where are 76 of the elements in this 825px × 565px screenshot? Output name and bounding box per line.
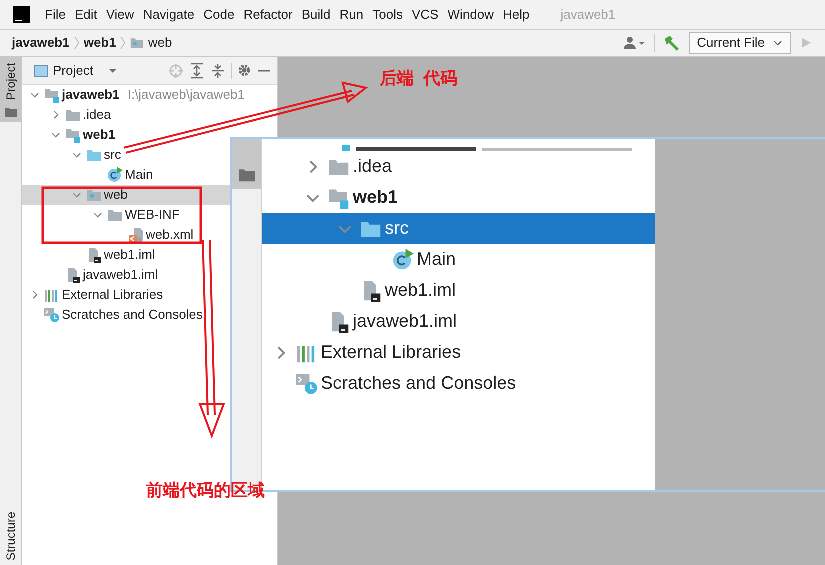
tree-item[interactable]: WEB-INF: [22, 205, 230, 225]
menu-item[interactable]: Run: [340, 4, 364, 24]
tree-item[interactable]: Main: [262, 244, 655, 275]
tree-item[interactable]: Main: [22, 165, 230, 185]
tree-item[interactable]: src: [22, 145, 230, 165]
scratches-icon: [44, 307, 60, 323]
tree-item[interactable]: web.xml: [22, 225, 230, 245]
class-icon: [107, 167, 123, 183]
breadcrumb-item[interactable]: web1: [84, 33, 116, 53]
menu-item[interactable]: View: [106, 4, 134, 24]
xml-file-icon: [128, 227, 144, 243]
folder-icon: [107, 207, 123, 223]
expand-all-icon[interactable]: [189, 62, 205, 78]
class-icon: [392, 248, 414, 270]
tree-item[interactable]: .idea: [262, 151, 655, 182]
folder-icon: [238, 167, 256, 183]
chevron-down-icon[interactable]: [93, 210, 103, 220]
settings-icon[interactable]: [237, 63, 252, 78]
panel-title[interactable]: Project: [53, 60, 94, 80]
module-folder-icon: [65, 127, 81, 143]
app-logo-icon: [13, 6, 30, 23]
breadcrumb-item[interactable]: javaweb1: [12, 33, 70, 53]
web-folder-icon: [130, 36, 144, 50]
tool-window-tab[interactable]: Project: [0, 57, 21, 122]
window-title: javaweb1: [560, 6, 616, 24]
tree-item[interactable]: External Libraries: [262, 337, 655, 368]
tree-item[interactable]: .idea: [22, 105, 230, 125]
menu-item[interactable]: Navigate: [143, 4, 195, 24]
separator-icon: [119, 36, 128, 50]
hammer-icon[interactable]: [663, 35, 682, 51]
file-icon: [65, 267, 81, 283]
menu-item[interactable]: Build: [302, 4, 331, 24]
tree-item[interactable]: javaweb1 I:\javaweb\javaweb1: [22, 85, 245, 105]
tree-item[interactable]: Scratches and Consoles: [262, 368, 655, 399]
collapse-all-icon[interactable]: [210, 62, 226, 78]
chevron-down-icon[interactable]: [72, 150, 82, 160]
tree-item[interactable]: web1.iml: [22, 245, 230, 265]
menu-item[interactable]: VCS: [412, 4, 439, 24]
libraries-icon: [44, 287, 60, 303]
folder-icon: [4, 106, 16, 118]
tree-item[interactable]: src: [262, 213, 655, 244]
folder-icon: [86, 147, 102, 163]
chevron-right-icon[interactable]: [51, 110, 61, 120]
tree-item[interactable]: javaweb1.iml: [262, 306, 655, 337]
menu-item[interactable]: File: [45, 4, 66, 24]
menu-item[interactable]: Code: [204, 4, 235, 24]
chevron-down-icon[interactable]: [51, 130, 61, 140]
menu-item[interactable]: Tools: [372, 4, 403, 24]
menu-item[interactable]: Refactor: [244, 4, 293, 24]
separator-icon: [72, 36, 81, 50]
chevron-down-icon[interactable]: [30, 90, 40, 100]
tree-item[interactable]: javaweb1.iml: [22, 265, 230, 285]
run-configuration-dropdown[interactable]: Current File: [689, 32, 791, 54]
panel-icon: [34, 64, 48, 76]
tool-window-tab[interactable]: Structure: [0, 508, 21, 565]
user-icon[interactable]: [624, 36, 646, 50]
tree-item[interactable]: web1: [262, 182, 655, 213]
tree-item[interactable]: Scratches and Consoles: [22, 305, 230, 325]
tree-item[interactable]: web1.iml: [262, 275, 655, 306]
chevron-down-icon[interactable]: [72, 190, 82, 200]
menu-item[interactable]: Help: [502, 4, 530, 24]
tool-window-tab[interactable]: [232, 139, 261, 189]
module-folder-icon: [44, 87, 60, 103]
menu-item[interactable]: Edit: [74, 4, 98, 24]
tree-item[interactable]: web1: [22, 125, 230, 145]
chevron-right-icon[interactable]: [30, 290, 40, 300]
tree-item[interactable]: External Libraries: [22, 285, 230, 305]
folder-icon: [65, 107, 81, 123]
annotation-label: 前端代码的区域: [146, 480, 265, 502]
breadcrumb-item[interactable]: web: [148, 33, 172, 53]
scratches-icon: [296, 372, 318, 394]
file-icon: [86, 247, 102, 263]
web-folder-icon: [86, 187, 102, 203]
annotation-label: 后端 代码: [380, 68, 458, 90]
menu-item[interactable]: Window: [448, 4, 494, 24]
caret-icon: [773, 38, 783, 48]
